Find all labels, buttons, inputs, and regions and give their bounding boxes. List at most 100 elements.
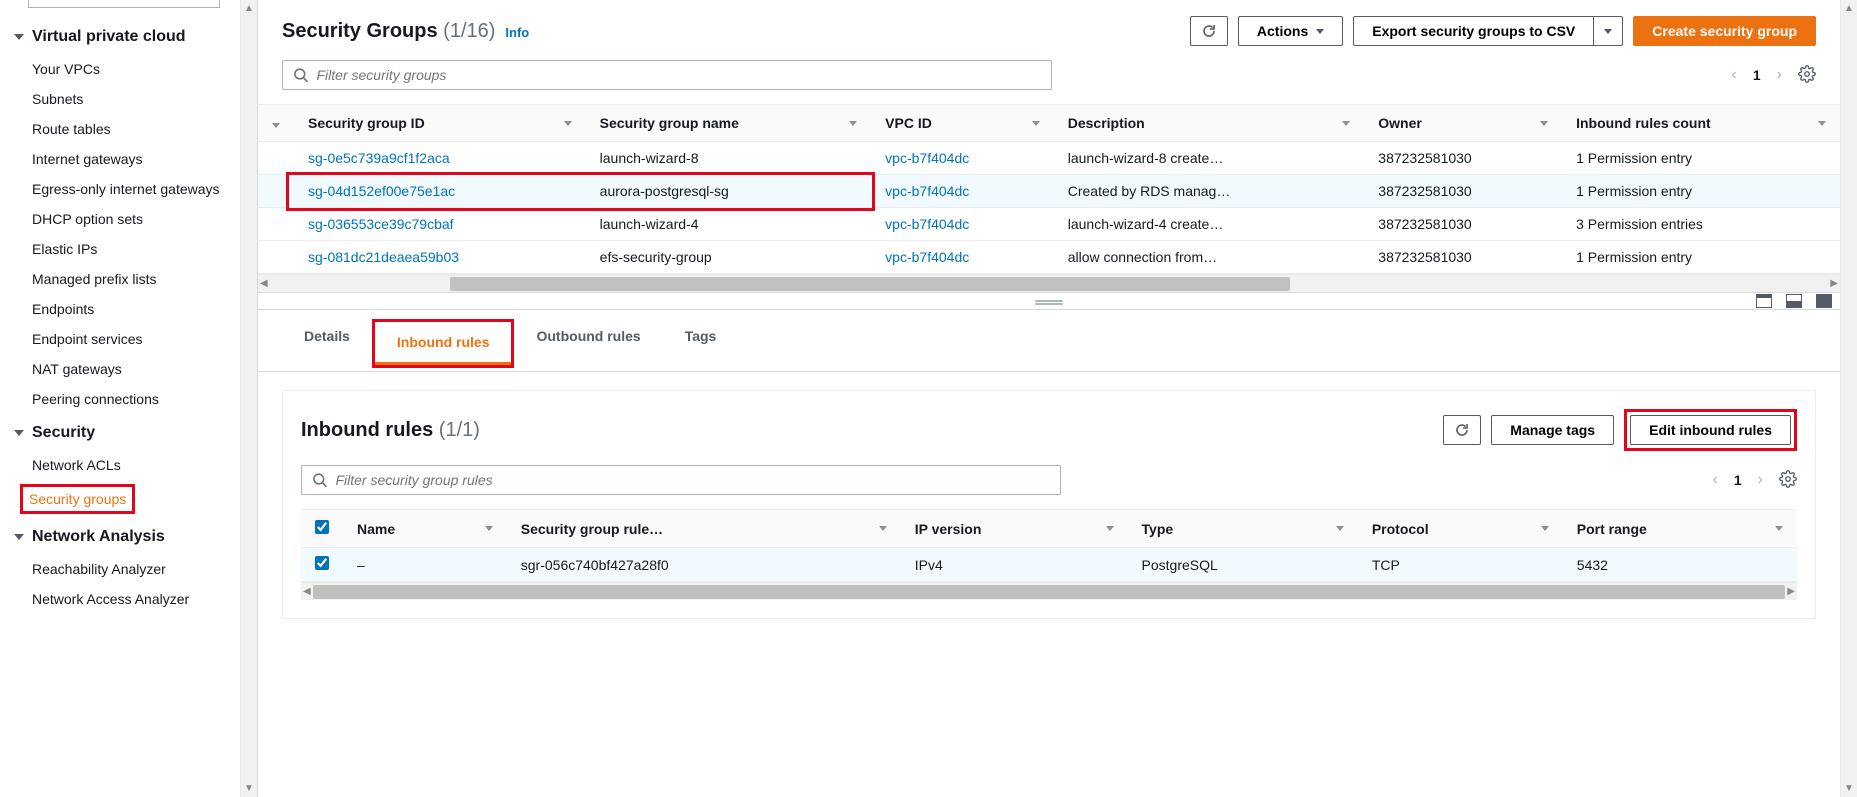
tab-inbound-rules[interactable]: Inbound rules [375,322,512,365]
scroll-down-icon[interactable]: ▼ [241,780,257,797]
column-header[interactable]: IP version [915,521,982,537]
scroll-up-icon[interactable]: ▲ [241,0,257,17]
vpc-id-link[interactable]: vpc-b7f404dc [885,183,969,199]
splitter[interactable] [258,292,1840,310]
sort-icon[interactable] [1540,121,1548,126]
info-link[interactable]: Info [505,25,529,40]
actions-button-label: Actions [1257,23,1308,39]
column-header[interactable]: Description [1068,115,1145,131]
sort-icon[interactable] [485,526,493,531]
filter-rules-input[interactable] [301,465,1061,495]
column-header[interactable]: Port range [1577,521,1647,537]
sort-icon[interactable] [1336,526,1344,531]
sidebar-item[interactable]: Route tables [0,114,234,144]
sort-icon[interactable] [1032,121,1040,126]
vpc-id-link[interactable]: vpc-b7f404dc [885,150,969,166]
sidebar-item-security-groups[interactable]: Security groups [29,491,126,507]
column-header[interactable]: Protocol [1372,521,1429,537]
tab[interactable]: Tags [663,316,739,371]
vpc-id-link[interactable]: vpc-b7f404dc [885,249,969,265]
next-page[interactable]: › [1777,66,1782,84]
sidebar-scrollbar[interactable]: ▲ ▼ [240,0,257,797]
column-header[interactable]: Security group name [600,115,739,131]
sort-icon[interactable] [849,121,857,126]
refresh-rules-button[interactable] [1443,415,1481,445]
sort-icon[interactable] [1106,526,1114,531]
sidebar-item[interactable]: Your VPCs [0,54,234,84]
scroll-down-icon[interactable]: ▼ [1841,780,1857,797]
scroll-left-icon[interactable]: ◀ [303,586,311,597]
select-all-rules[interactable] [315,520,329,534]
scroll-right-icon[interactable]: ▶ [1787,586,1795,597]
tab[interactable]: Details [282,316,372,371]
sidebar-section-header[interactable]: Virtual private cloud [0,18,234,54]
sort-icon[interactable] [564,121,572,126]
table-row[interactable]: sg-036553ce39c79cbaflaunch-wizard-4vpc-b… [258,208,1840,241]
create-security-group-button[interactable]: Create security group [1633,16,1816,46]
gear-icon[interactable] [1798,65,1816,86]
sidebar-section-header[interactable]: Security [0,414,234,450]
sidebar-item[interactable]: DHCP option sets [0,204,234,234]
sidebar-section-header[interactable]: Network Analysis [0,518,234,554]
table-row[interactable]: sg-0e5c739a9cf1f2acalaunch-wizard-8vpc-b… [258,142,1840,175]
sg-id-link[interactable]: sg-036553ce39c79cbaf [308,216,454,232]
filter-icon[interactable] [272,123,280,128]
column-header[interactable]: Inbound rules count [1576,115,1711,131]
export-csv-dropdown[interactable] [1593,16,1623,46]
column-header[interactable]: Type [1142,521,1174,537]
sg-hscroll[interactable]: ◀ ▶ [258,274,1840,292]
rules-hscroll[interactable]: ◀ ▶ [301,582,1797,600]
sg-id-link[interactable]: sg-0e5c739a9cf1f2aca [308,150,450,166]
sort-icon[interactable] [1775,526,1783,531]
sg-owner: 387232581030 [1364,142,1562,175]
table-row[interactable]: sg-04d152ef00e75e1acaurora-postgresql-sg… [258,175,1840,208]
sidebar-item[interactable]: Reachability Analyzer [0,554,234,584]
sidebar-item[interactable]: Subnets [0,84,234,114]
sidebar-item[interactable]: Peering connections [0,384,234,414]
layout-collapsed-icon[interactable] [1756,294,1772,308]
manage-tags-button[interactable]: Manage tags [1491,415,1614,445]
sidebar-item[interactable]: Endpoints [0,294,234,324]
column-header[interactable]: VPC ID [885,115,932,131]
scroll-left-icon[interactable]: ◀ [260,278,268,289]
sidebar-item[interactable]: Network ACLs [0,450,234,480]
sort-icon[interactable] [879,526,887,531]
column-header[interactable]: Security group ID [308,115,425,131]
rules-next-page[interactable]: › [1758,471,1763,489]
sg-id-link[interactable]: sg-04d152ef00e75e1ac [308,183,455,199]
prev-page[interactable]: ‹ [1732,66,1737,84]
column-header[interactable]: Owner [1378,115,1422,131]
scroll-up-icon[interactable]: ▲ [1841,0,1857,17]
sidebar-item[interactable]: NAT gateways [0,354,234,384]
refresh-button[interactable] [1190,16,1228,46]
filter-sg-field[interactable] [317,67,1042,83]
row-checkbox[interactable] [315,556,329,570]
table-row[interactable]: –sgr-056c740bf427a28f0IPv4PostgreSQLTCP5… [301,548,1797,582]
export-csv-button[interactable]: Export security groups to CSV [1353,16,1593,46]
sidebar-item[interactable]: Internet gateways [0,144,234,174]
sidebar-item[interactable]: Network Access Analyzer [0,584,234,614]
table-row[interactable]: sg-081dc21deaea59b03efs-security-groupvp… [258,241,1840,274]
scroll-right-icon[interactable]: ▶ [1830,278,1838,289]
filter-sg-input[interactable] [282,60,1052,90]
actions-button[interactable]: Actions [1238,16,1343,46]
layout-split-icon[interactable] [1786,294,1802,308]
vpc-id-link[interactable]: vpc-b7f404dc [885,216,969,232]
column-header[interactable]: Security group rule… [521,521,663,537]
sidebar-item[interactable]: Endpoint services [0,324,234,354]
sidebar-item[interactable]: Egress-only internet gateways [0,174,234,204]
layout-full-icon[interactable] [1816,294,1832,308]
gear-icon[interactable] [1779,470,1797,491]
sort-icon[interactable] [1541,526,1549,531]
main-scrollbar[interactable]: ▲ ▼ [1840,0,1857,797]
rules-prev-page[interactable]: ‹ [1713,471,1718,489]
sort-icon[interactable] [1342,121,1350,126]
sidebar-item[interactable]: Elastic IPs [0,234,234,264]
sidebar-item[interactable]: Managed prefix lists [0,264,234,294]
sg-id-link[interactable]: sg-081dc21deaea59b03 [308,249,459,265]
tab[interactable]: Outbound rules [514,316,662,371]
edit-inbound-rules-button[interactable]: Edit inbound rules [1630,415,1791,445]
column-header[interactable]: Name [357,521,395,537]
sort-icon[interactable] [1818,121,1826,126]
filter-rules-field[interactable] [335,472,1050,488]
